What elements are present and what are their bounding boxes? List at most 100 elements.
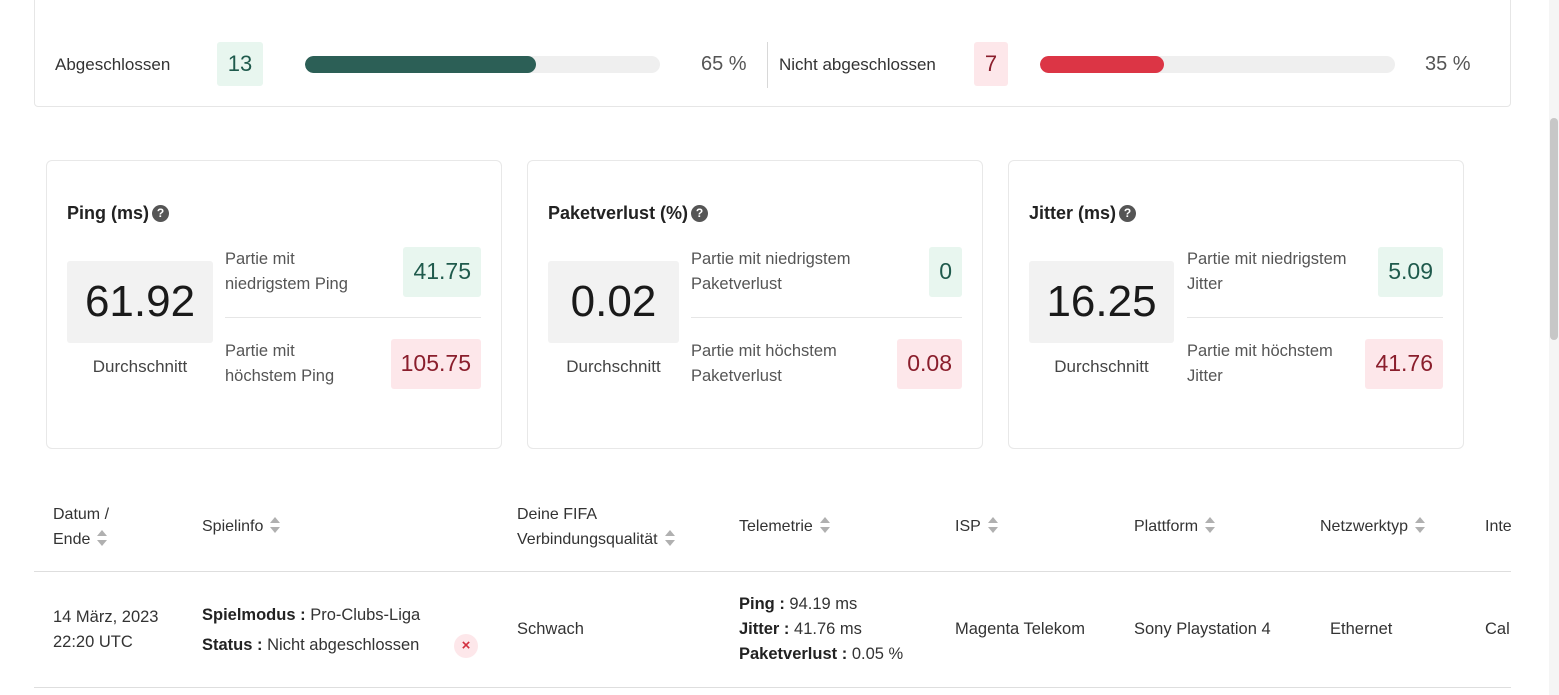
row-loss-value: 0.05 %	[851, 645, 904, 663]
column-header-network[interactable]: Netzwerktyp	[1320, 514, 1426, 539]
packet-loss-average-label: Durchschnitt	[566, 357, 661, 376]
packet-loss-min-value: 0	[929, 247, 962, 297]
incomplete-count-badge: 7	[974, 42, 1008, 86]
ping-max-value: 105.75	[390, 339, 481, 389]
jitter-separator	[1187, 317, 1443, 318]
completed-progress-bar	[305, 56, 660, 73]
row-jitter-label: Jitter :	[739, 620, 790, 638]
column-header-gameinfo[interactable]: Spielinfo	[202, 514, 281, 539]
row-internet: Cal	[1485, 620, 1510, 638]
column-header-gameinfo-label: Spielinfo	[202, 518, 264, 535]
column-header-telemetry-label: Telemetrie	[739, 518, 813, 535]
completed-percentage: 65 %	[701, 53, 747, 75]
close-icon: ×	[454, 634, 478, 658]
packet-loss-min-row: Partie mit niedrigstem Paketverlust 0	[691, 247, 962, 311]
ping-min-label: Partie mit niedrigstem Ping	[225, 250, 348, 293]
ping-min-value: 41.75	[403, 247, 481, 297]
table-row[interactable]: 14 März, 2023 22:20 UTC Spielmodus : Pro…	[34, 572, 1511, 688]
packet-loss-min-label: Partie mit niedrigstem Paketverlust	[691, 250, 851, 293]
ping-min-row: Partie mit niedrigstem Ping 41.75	[225, 247, 481, 311]
jitter-min-value: 5.09	[1378, 247, 1443, 297]
ping-max-label: Partie mit höchstem Ping	[225, 342, 335, 385]
summary-divider	[767, 42, 768, 88]
ping-separator	[225, 317, 481, 318]
row-network: Ethernet	[1330, 620, 1393, 638]
scrollbar-thumb[interactable]	[1550, 118, 1558, 340]
jitter-average-label: Durchschnitt	[1054, 357, 1149, 376]
row-date: 14 März, 2023	[53, 608, 159, 626]
row-isp: Magenta Telekom	[955, 620, 1085, 638]
row-platform: Sony Playstation 4	[1134, 620, 1271, 638]
incomplete-progress-fill	[1040, 56, 1165, 73]
jitter-min-label: Partie mit niedrigstem Jitter	[1187, 250, 1347, 293]
row-status-label: Status :	[202, 636, 263, 654]
incomplete-label: Nicht abgeschlossen	[779, 55, 936, 74]
column-header-isp[interactable]: ISP	[955, 514, 999, 539]
help-icon[interactable]: ?	[152, 205, 170, 222]
row-status-value: Nicht abgeschlossen	[267, 636, 420, 654]
jitter-max-row: Partie mit höchstem Jitter 41.76	[1187, 339, 1443, 403]
ping-max-row: Partie mit höchstem Ping 105.75	[225, 339, 481, 403]
jitter-min-row: Partie mit niedrigstem Jitter 5.09	[1187, 247, 1443, 311]
ping-metric-card: Ping (ms)? 61.92 Durchschnitt Partie mit…	[46, 160, 502, 449]
incomplete-progress-bar	[1040, 56, 1395, 73]
row-ping-value: 94.19 ms	[789, 595, 858, 613]
sort-icon[interactable]	[819, 516, 831, 534]
row-gameinfo-cell: Spielmodus : Pro-Clubs-Liga Status : Nic…	[202, 603, 420, 658]
sort-icon[interactable]	[664, 529, 676, 547]
column-header-telemetry[interactable]: Telemetrie	[739, 514, 831, 539]
column-header-platform-label: Plattform	[1134, 518, 1199, 535]
packet-loss-metric-card: Paketverlust (%)? 0.02 Durchschnitt Part…	[527, 160, 983, 449]
column-header-network-label: Netzwerktyp	[1320, 518, 1409, 535]
row-ping-label: Ping :	[739, 595, 785, 613]
column-header-date[interactable]: Datum / Ende	[53, 502, 109, 552]
jitter-max-value: 41.76	[1365, 339, 1443, 389]
ping-title-text: Ping (ms)	[67, 203, 150, 223]
completed-count-badge: 13	[217, 42, 263, 86]
packet-loss-max-row: Partie mit höchstem Paketverlust 0.08	[691, 339, 962, 403]
column-header-quality[interactable]: Deine FIFA Verbindungsqualität	[517, 502, 676, 552]
column-header-internet[interactable]: Inte	[1485, 514, 1511, 539]
packet-loss-average-value: 0.02	[548, 261, 679, 343]
sort-icon[interactable]	[987, 516, 999, 534]
column-header-quality-line2: Verbindungsqualität	[517, 531, 658, 548]
packet-loss-separator	[691, 317, 962, 318]
jitter-title: Jitter (ms)?	[1029, 203, 1137, 224]
completion-summary-card: Abgeschlossen 13 65 % Nicht abgeschlosse…	[34, 0, 1511, 107]
sort-icon[interactable]	[1204, 516, 1216, 534]
completion-summary-row: Abgeschlossen 13 65 % Nicht abgeschlosse…	[35, 42, 1510, 88]
column-header-quality-line1: Deine FIFA	[517, 506, 598, 523]
packet-loss-max-value: 0.08	[897, 339, 962, 389]
row-quality: Schwach	[517, 620, 584, 638]
row-telemetry-cell: Ping : 94.19 ms Jitter : 41.76 ms Paketv…	[739, 592, 903, 667]
column-header-date-line1: Datum /	[53, 506, 110, 523]
packet-loss-max-label: Partie mit höchstem Paketverlust	[691, 342, 837, 385]
ping-average-value: 61.92	[67, 261, 213, 343]
completed-progress-fill	[305, 56, 536, 73]
jitter-max-label: Partie mit höchstem Jitter	[1187, 342, 1333, 385]
vertical-scrollbar[interactable]	[1549, 0, 1559, 695]
help-icon[interactable]: ?	[691, 205, 709, 222]
row-mode-value: Pro-Clubs-Liga	[310, 606, 421, 624]
jitter-average-value: 16.25	[1029, 261, 1174, 343]
ping-average-label: Durchschnitt	[92, 357, 188, 376]
jitter-title-text: Jitter (ms)	[1029, 203, 1117, 223]
ping-title: Ping (ms)?	[67, 203, 170, 224]
completed-label: Abgeschlossen	[55, 55, 171, 74]
row-jitter-value: 41.76 ms	[794, 620, 862, 638]
sort-icon[interactable]	[96, 529, 108, 547]
matches-table-header: Datum / Ende Spielinfo Deine FIFA Verbin…	[34, 490, 1511, 572]
packet-loss-title-text: Paketverlust (%)	[548, 203, 689, 223]
row-mode-label: Spielmodus :	[202, 606, 306, 624]
sort-icon[interactable]	[1414, 516, 1426, 534]
column-header-date-line2: Ende	[53, 531, 91, 548]
jitter-metric-card: Jitter (ms)? 16.25 Durchschnitt Partie m…	[1008, 160, 1464, 449]
incomplete-percentage: 35 %	[1425, 53, 1471, 75]
row-time: 22:20 UTC	[53, 633, 133, 651]
row-loss-label: Paketverlust :	[739, 645, 848, 663]
column-header-isp-label: ISP	[955, 518, 981, 535]
column-header-platform[interactable]: Plattform	[1134, 514, 1216, 539]
row-date-cell: 14 März, 2023 22:20 UTC	[53, 605, 158, 655]
sort-icon[interactable]	[269, 516, 281, 534]
help-icon[interactable]: ?	[1119, 205, 1137, 222]
